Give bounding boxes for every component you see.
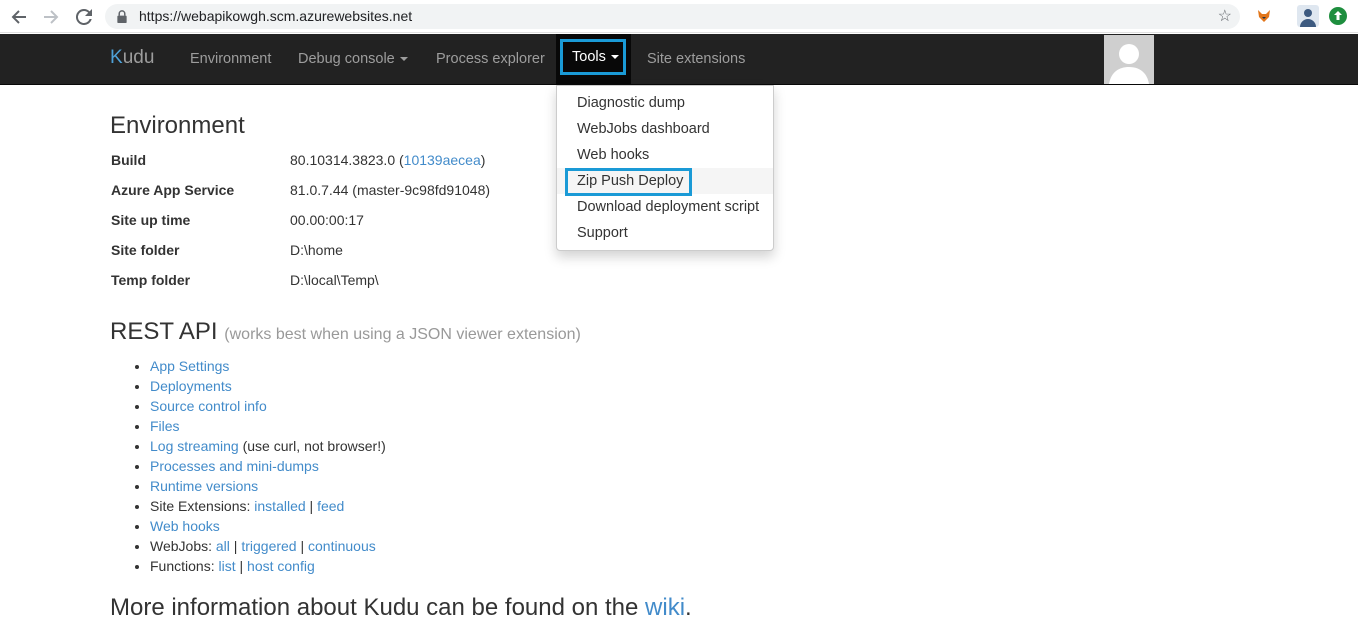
- list-item: Log streaming (use curl, not browser!): [150, 436, 386, 456]
- star-icon[interactable]: ☆: [1218, 6, 1232, 26]
- files-link[interactable]: Files: [150, 418, 180, 434]
- tools-dropdown-menu: Diagnostic dump WebJobs dashboard Web ho…: [556, 85, 774, 251]
- build-value: 80.10314.3823.0 (10139aecea): [290, 152, 486, 168]
- fox-extension-icon[interactable]: [1253, 5, 1275, 27]
- caret-down-icon: [399, 57, 408, 62]
- menu-item-webjobs-dashboard[interactable]: WebJobs dashboard: [557, 116, 773, 142]
- menu-item-support[interactable]: Support: [557, 220, 773, 246]
- nav-process-explorer[interactable]: Process explorer: [436, 34, 545, 84]
- processes-link[interactable]: Processes and mini-dumps: [150, 458, 319, 474]
- webjobs-triggered-link[interactable]: triggered: [241, 538, 296, 554]
- update-icon[interactable]: [1327, 5, 1349, 27]
- webjobs-all-link[interactable]: all: [216, 538, 230, 554]
- list-item: Files: [150, 416, 386, 436]
- lock-icon: [117, 10, 127, 23]
- site-ext-feed-link[interactable]: feed: [317, 498, 344, 514]
- rest-api-heading: REST API (works best when using a JSON v…: [110, 318, 581, 345]
- functions-host-config-link[interactable]: host config: [247, 558, 315, 574]
- web-hooks-link[interactable]: Web hooks: [150, 518, 220, 534]
- kudu-navbar: Kudu Environment Debug console Process e…: [0, 34, 1358, 85]
- rest-api-list: App Settings Deployments Source control …: [150, 356, 386, 576]
- list-item: App Settings: [150, 356, 386, 376]
- url-text[interactable]: https://webapikowgh.scm.azurewebsites.ne…: [139, 8, 412, 24]
- nav-tools-button[interactable]: Tools: [560, 39, 626, 75]
- list-item: Source control info: [150, 396, 386, 416]
- address-bar[interactable]: https://webapikowgh.scm.azurewebsites.ne…: [105, 4, 1240, 29]
- app-settings-link[interactable]: App Settings: [150, 358, 229, 374]
- list-item: Processes and mini-dumps: [150, 456, 386, 476]
- list-item: WebJobs: all | triggered | continuous: [150, 536, 386, 556]
- nav-tools-wrapper: Tools: [556, 34, 631, 84]
- menu-item-diagnostic-dump[interactable]: Diagnostic dump: [557, 90, 773, 116]
- deployments-link[interactable]: Deployments: [150, 378, 232, 394]
- app-service-label: Azure App Service: [111, 182, 235, 198]
- caret-down-icon: [610, 55, 619, 60]
- temp-folder-value: D:\local\Temp\: [290, 272, 379, 288]
- kudu-brand-logo[interactable]: Kudu: [110, 47, 154, 69]
- functions-list-link[interactable]: list: [218, 558, 235, 574]
- site-ext-installed-link[interactable]: installed: [254, 498, 305, 514]
- reload-icon[interactable]: [73, 6, 95, 28]
- user-avatar-icon[interactable]: [1104, 35, 1154, 84]
- app-service-value: 81.0.7.44 (master-9c98fd91048): [290, 182, 491, 198]
- list-item: Deployments: [150, 376, 386, 396]
- nav-debug-console[interactable]: Debug console: [298, 34, 408, 84]
- wiki-link[interactable]: wiki: [645, 594, 685, 621]
- source-control-link[interactable]: Source control info: [150, 398, 267, 414]
- environment-heading: Environment: [110, 112, 245, 139]
- zip-push-deploy-highlight: [565, 168, 692, 196]
- build-label: Build: [111, 152, 146, 168]
- more-info-text: More information about Kudu can be found…: [110, 594, 692, 621]
- browser-toolbar: https://webapikowgh.scm.azurewebsites.ne…: [0, 0, 1358, 33]
- list-item: Runtime versions: [150, 476, 386, 496]
- forward-arrow-icon[interactable]: [40, 6, 62, 28]
- uptime-value: 00.00:00:17: [290, 212, 364, 228]
- list-item: Web hooks: [150, 516, 386, 536]
- temp-folder-label: Temp folder: [111, 272, 191, 288]
- back-arrow-icon[interactable]: [8, 6, 30, 28]
- menu-item-download-deployment-script[interactable]: Download deployment script: [557, 194, 773, 220]
- site-folder-label: Site folder: [111, 242, 180, 258]
- rest-api-subtitle: (works best when using a JSON viewer ext…: [224, 326, 581, 343]
- nav-site-extensions[interactable]: Site extensions: [647, 34, 745, 84]
- build-commit-link[interactable]: 10139aecea: [404, 152, 481, 168]
- menu-item-web-hooks[interactable]: Web hooks: [557, 142, 773, 168]
- site-folder-value: D:\home: [290, 242, 343, 258]
- uptime-label: Site up time: [111, 212, 191, 228]
- log-streaming-link[interactable]: Log streaming: [150, 438, 239, 454]
- webjobs-continuous-link[interactable]: continuous: [308, 538, 376, 554]
- profile-icon[interactable]: [1297, 5, 1319, 27]
- list-item: Functions: list | host config: [150, 556, 386, 576]
- runtime-versions-link[interactable]: Runtime versions: [150, 478, 258, 494]
- list-item: Site Extensions: installed | feed: [150, 496, 386, 516]
- nav-environment[interactable]: Environment: [190, 34, 271, 84]
